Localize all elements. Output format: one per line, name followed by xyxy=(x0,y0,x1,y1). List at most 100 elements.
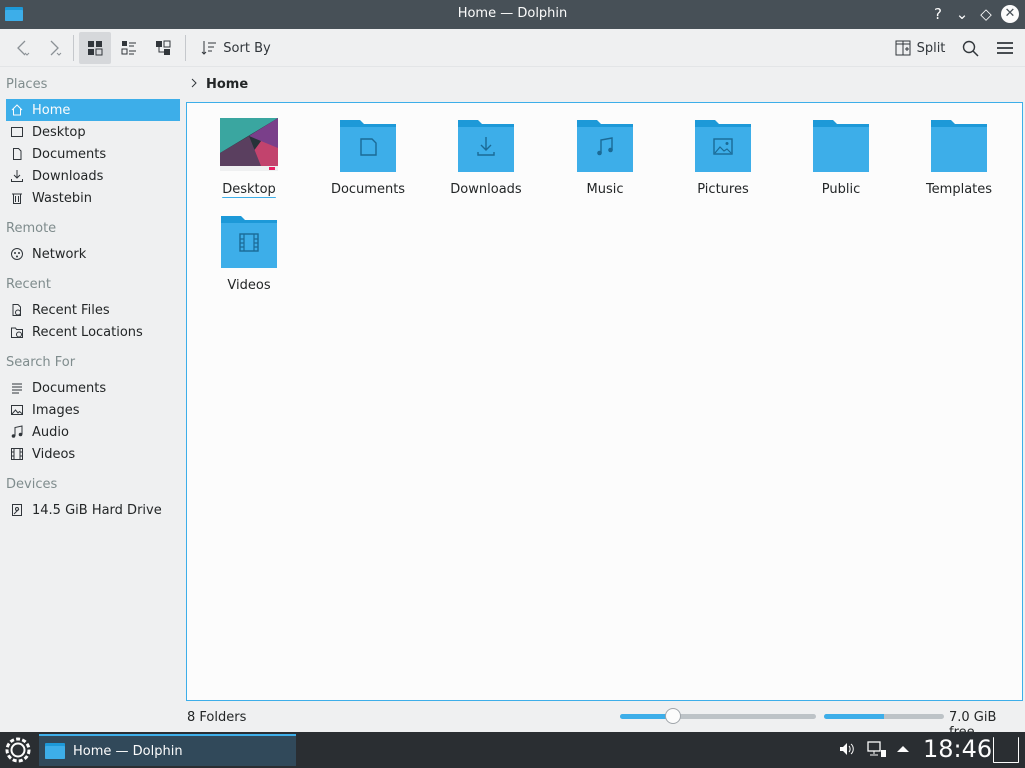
task-label: Home — Dolphin xyxy=(73,743,183,759)
file-item-label: Music xyxy=(586,182,624,197)
details-view-icon xyxy=(156,40,171,55)
sidebar-item-search-documents[interactable]: Documents xyxy=(6,377,180,399)
hard-drive-icon xyxy=(10,503,24,517)
hamburger-menu-icon xyxy=(997,42,1013,54)
sidebar-item-downloads[interactable]: Downloads xyxy=(6,165,180,187)
remote-section-title: Remote xyxy=(6,221,57,236)
folder-music-icon xyxy=(575,118,635,174)
downloads-icon xyxy=(10,169,24,183)
sidebar-item-label: Audio xyxy=(32,424,69,440)
dolphin-app-icon xyxy=(45,743,65,759)
split-button[interactable]: Split xyxy=(890,32,950,64)
wastebin-icon xyxy=(10,191,24,205)
icons-view-button[interactable] xyxy=(79,32,111,64)
sidebar-item-label: Documents xyxy=(32,146,107,162)
details-view-button[interactable] xyxy=(147,32,179,64)
icons-view-icon xyxy=(88,41,103,56)
search-icon xyxy=(962,40,979,57)
zoom-slider[interactable] xyxy=(620,708,816,724)
file-item-documents[interactable]: Documents xyxy=(318,118,418,197)
network-icon xyxy=(10,247,24,261)
file-item-pictures[interactable]: Pictures xyxy=(673,118,773,197)
images-icon xyxy=(10,403,24,417)
file-item-templates[interactable]: Templates xyxy=(909,118,1009,197)
file-item-videos[interactable]: Videos xyxy=(199,214,299,293)
file-item-label: Desktop xyxy=(222,182,276,197)
sidebar-item-label: Home xyxy=(32,102,71,118)
zoom-slider-handle[interactable] xyxy=(665,708,681,724)
back-button[interactable] xyxy=(8,32,36,64)
show-desktop-button[interactable] xyxy=(993,737,1019,763)
show-hidden-icons-icon[interactable] xyxy=(896,744,910,754)
devices-section-title: Devices xyxy=(6,477,58,492)
file-item-music[interactable]: Music xyxy=(555,118,655,197)
breadcrumb-home[interactable]: Home xyxy=(206,77,248,92)
clock[interactable]: 18:46 xyxy=(923,735,992,763)
network-connection-icon[interactable] xyxy=(867,740,887,758)
sidebar-item-label: Videos xyxy=(32,446,76,462)
close-button[interactable]: ✕ xyxy=(1001,5,1019,23)
search-button[interactable] xyxy=(956,32,984,64)
volume-icon[interactable] xyxy=(838,740,856,758)
toolbar-separator xyxy=(73,35,74,61)
audio-icon xyxy=(10,425,24,439)
task-dolphin[interactable]: Home — Dolphin xyxy=(39,734,296,766)
sidebar-item-search-videos[interactable]: Videos xyxy=(6,443,180,465)
help-button[interactable]: ? xyxy=(929,5,947,23)
compact-view-button[interactable] xyxy=(113,32,145,64)
sidebar-item-recent-locations[interactable]: Recent Locations xyxy=(6,321,180,343)
window-titlebar[interactable]: Home — Dolphin ? ⌄ ◇ ✕ xyxy=(0,0,1025,29)
sidebar-item-label: Recent Locations xyxy=(32,324,143,340)
sidebar-item-label: Recent Files xyxy=(32,302,110,318)
sidebar-item-search-audio[interactable]: Audio xyxy=(6,421,180,443)
documents-icon xyxy=(10,147,24,161)
sort-by-button[interactable]: Sort By xyxy=(196,32,276,64)
file-view[interactable]: Desktop Documents Downloads Music Pictur… xyxy=(186,102,1023,701)
file-item-label: Public xyxy=(821,182,861,197)
application-launcher-icon[interactable] xyxy=(4,736,32,764)
window-title: Home — Dolphin xyxy=(457,6,568,21)
sidebar-item-recent-files[interactable]: Recent Files xyxy=(6,299,180,321)
videos-icon xyxy=(10,447,24,461)
folder-icon xyxy=(811,118,871,174)
chevron-right-icon[interactable] xyxy=(190,77,198,92)
sidebar-item-label: Desktop xyxy=(32,124,86,140)
split-label: Split xyxy=(916,40,946,56)
folder-documents-icon xyxy=(338,118,398,174)
documents-list-icon xyxy=(10,381,24,395)
menu-button[interactable] xyxy=(990,32,1020,64)
file-item-label: Downloads xyxy=(450,182,522,197)
file-item-label: Pictures xyxy=(697,182,749,197)
sidebar-item-hard-drive[interactable]: 14.5 GiB Hard Drive xyxy=(6,499,180,521)
sidebar-item-search-images[interactable]: Images xyxy=(6,399,180,421)
maximize-button[interactable]: ◇ xyxy=(977,5,995,23)
places-section-title: Places xyxy=(6,77,48,92)
sidebar-item-network[interactable]: Network xyxy=(6,243,180,265)
free-space-bar-fill xyxy=(824,714,884,719)
arrow-left-icon xyxy=(17,40,30,56)
sidebar-item-documents[interactable]: Documents xyxy=(6,143,180,165)
sidebar-item-wastebin[interactable]: Wastebin xyxy=(6,187,180,209)
recent-locations-icon xyxy=(10,325,24,339)
sidebar-item-label: Documents xyxy=(32,380,107,396)
forward-button[interactable] xyxy=(40,32,68,64)
folder-icon xyxy=(929,118,989,174)
file-item-label: Documents xyxy=(330,182,406,197)
folder-downloads-icon xyxy=(456,118,516,174)
sidebar-item-label: Network xyxy=(32,246,87,262)
file-item-label: Videos xyxy=(227,278,271,293)
breadcrumb[interactable]: Home xyxy=(186,72,248,96)
recent-section-title: Recent xyxy=(6,277,51,292)
search-section-title: Search For xyxy=(6,355,76,370)
folder-count: 8 Folders xyxy=(187,710,247,725)
free-space-bar[interactable] xyxy=(824,714,944,719)
minimize-button[interactable]: ⌄ xyxy=(953,5,971,23)
file-item-desktop[interactable]: Desktop xyxy=(199,118,299,197)
sidebar-item-desktop[interactable]: Desktop xyxy=(6,121,180,143)
file-item-downloads[interactable]: Downloads xyxy=(436,118,536,197)
compact-view-icon xyxy=(121,41,136,55)
sidebar-item-home[interactable]: Home xyxy=(6,99,180,121)
sort-by-label: Sort By xyxy=(223,40,271,56)
file-item-public[interactable]: Public xyxy=(791,118,891,197)
recent-files-icon xyxy=(10,303,24,317)
